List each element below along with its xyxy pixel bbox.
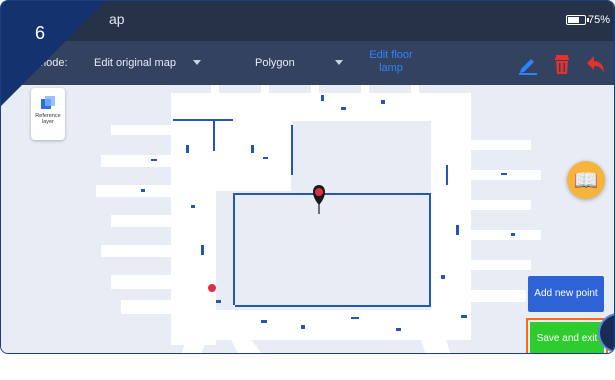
map-pin-icon <box>312 185 326 214</box>
robot-position-marker <box>208 284 216 292</box>
reference-layer-label: Reference layer <box>35 113 61 125</box>
edit-floor-lamp-link[interactable]: Edit floor lamp <box>361 49 421 75</box>
pencil-icon[interactable] <box>517 53 539 75</box>
occupancy-map <box>96 85 541 353</box>
battery-icon <box>565 15 589 25</box>
add-new-point-button[interactable]: Add new point <box>528 276 604 312</box>
app-screen: ap 75% mode: Edit original map Polygon E… <box>0 0 615 354</box>
mode-chevron-down-icon[interactable] <box>193 60 201 65</box>
battery-indicator: 75% <box>565 14 610 26</box>
step-corner-banner <box>1 1 106 106</box>
save-and-exit-highlight: Save and exit <box>526 318 608 353</box>
save-and-exit-button[interactable]: Save and exit <box>530 322 604 353</box>
battery-fill <box>567 17 580 23</box>
map-canvas[interactable] <box>1 85 614 353</box>
shape-chevron-down-icon[interactable] <box>335 60 343 65</box>
mode-select[interactable]: Edit original map <box>94 57 176 69</box>
trash-icon[interactable] <box>551 53 573 75</box>
shape-select[interactable]: Polygon <box>255 57 295 69</box>
open-book-icon[interactable]: 📖 <box>567 161 605 199</box>
step-number: 6 <box>35 23 46 43</box>
screen-title: ap <box>109 11 125 27</box>
undo-arrow-icon[interactable] <box>585 53 607 75</box>
battery-percent: 75% <box>587 14 610 26</box>
